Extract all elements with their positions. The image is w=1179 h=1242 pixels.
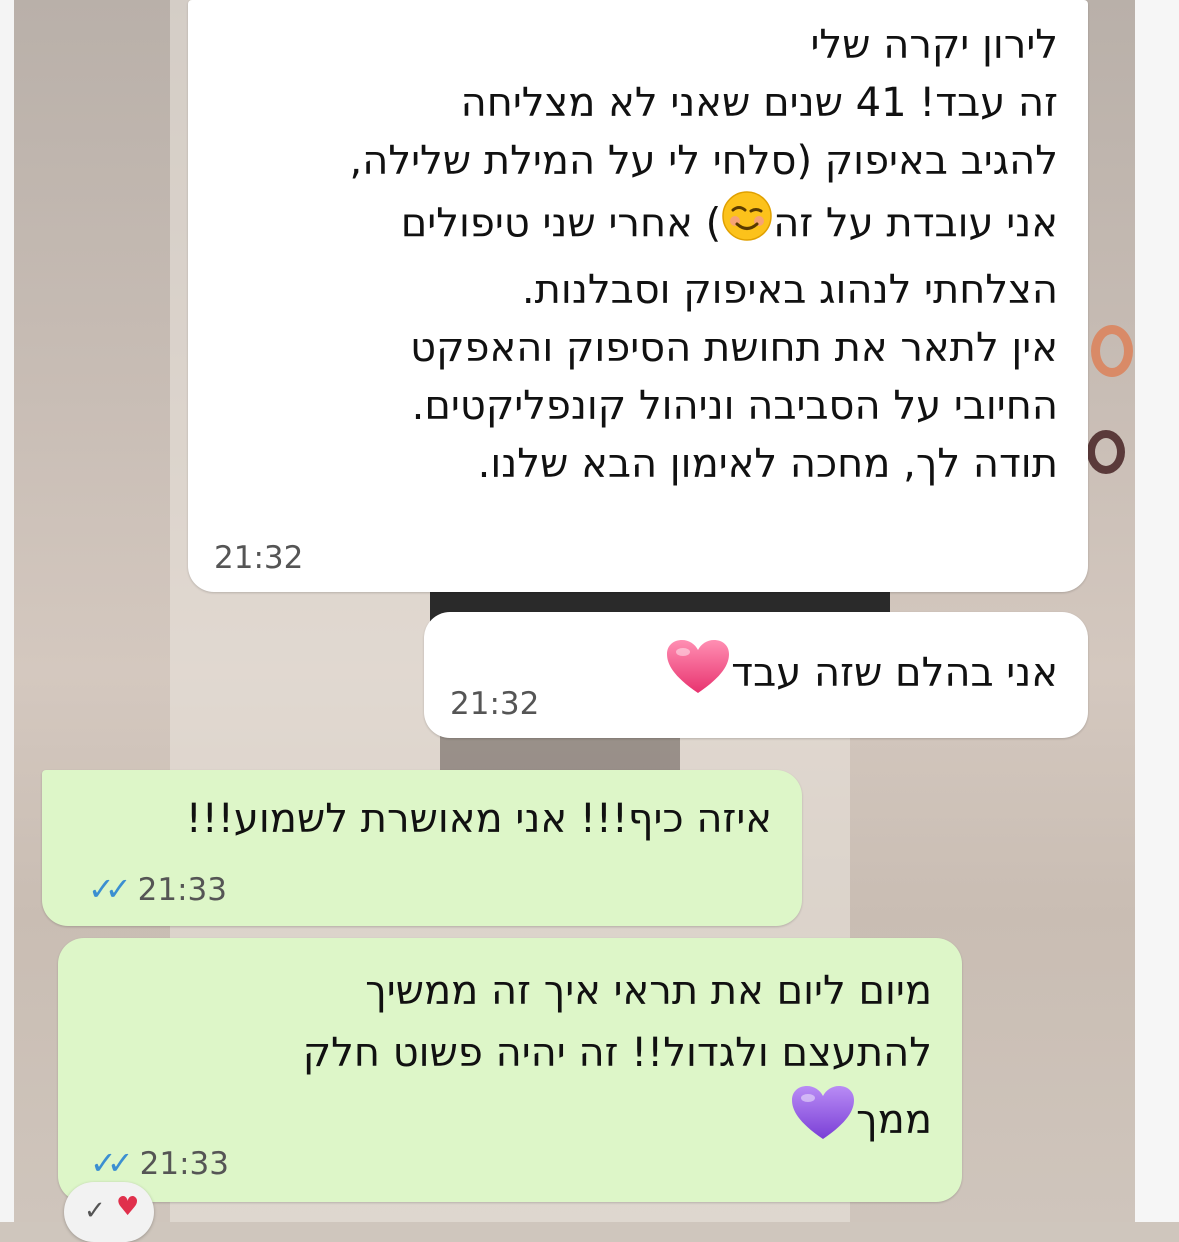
message-line-part: אני בהלם שזה עבד xyxy=(731,650,1058,696)
background-decoration xyxy=(1091,325,1133,377)
message-line: להגיב באיפוק (סלחי לי על המילת שלילה, xyxy=(349,138,1058,184)
outgoing-message-bubble[interactable]: מיום ליום את תראי איך זה ממשיך להתעצם ול… xyxy=(58,938,962,1202)
message-line: איזה כיף!!! אני מאושרת לשמוע!!! xyxy=(185,796,772,842)
reaction-badge[interactable]: ✓ ♥ xyxy=(64,1182,154,1242)
message-line: הצלחתי לנהוג באיפוק וסבלנות. xyxy=(521,267,1058,313)
message-line-part: ) אחרי שני טיפולים xyxy=(400,200,722,247)
double-check-icon: ✓✓ xyxy=(90,1144,134,1182)
message-line: תודה לך, מחכה לאימון הבא שלנו. xyxy=(477,441,1058,487)
message-line-part: ממך xyxy=(856,1097,932,1143)
incoming-message-bubble[interactable]: לירון יקרה שלי זה עבד! 41 שנים שאני לא מ… xyxy=(188,0,1088,592)
message-text: מיום ליום את תראי איך זה ממשיך להתעצם ול… xyxy=(88,960,932,1160)
outgoing-message-bubble[interactable]: איזה כיף!!! אני מאושרת לשמוע!!! ✓✓ 21:33 xyxy=(42,770,802,926)
message-line-part: אני עובדת על זה xyxy=(773,200,1058,247)
message-line: החיובי על הסביבה וניהול קונפליקטים. xyxy=(411,383,1058,429)
message-timestamp: 21:32 xyxy=(450,686,540,722)
right-margin xyxy=(1135,0,1179,1222)
message-text: לירון יקרה שלי זה עבד! 41 שנים שאני לא מ… xyxy=(218,10,1058,493)
message-line: אני בהלם שזה עבד xyxy=(454,638,1058,712)
heart-icon: ♥ xyxy=(116,1192,140,1222)
message-line: זה עבד! 41 שנים שאני לא מצליחה xyxy=(460,80,1058,126)
message-text: אני בהלם שזה עבד xyxy=(454,638,1058,712)
left-margin xyxy=(0,0,14,1222)
incoming-message-bubble[interactable]: אני בהלם שזה עבד 21:32 xyxy=(424,612,1088,738)
double-check-icon: ✓✓ xyxy=(88,870,132,908)
message-line: אין לתאר את תחושת הסיפוק והאפקט xyxy=(410,325,1058,371)
message-timestamp: 21:33 xyxy=(139,1146,229,1182)
message-line: מיום ליום את תראי איך זה ממשיך xyxy=(365,968,932,1014)
message-line: לירון יקרה שלי xyxy=(810,22,1058,68)
message-status-row: ✓✓ 21:33 xyxy=(88,870,227,908)
message-timestamp: 21:33 xyxy=(137,872,227,908)
purple-heart-icon xyxy=(790,1084,856,1160)
message-line: אני עובדת על זה ) אחרי שני טיפולים xyxy=(218,190,1058,261)
smiling-face-icon xyxy=(721,190,773,261)
message-text: איזה כיף!!! אני מאושרת לשמוע!!! xyxy=(72,790,772,848)
message-timestamp: 21:32 xyxy=(214,540,304,576)
message-status-row: ✓✓ 21:33 xyxy=(90,1144,229,1182)
message-line: להתעצם ולגדול!! זה יהיה פשוט חלק xyxy=(302,1030,932,1076)
pink-heart-icon xyxy=(665,638,731,712)
background-decoration xyxy=(1087,430,1125,474)
